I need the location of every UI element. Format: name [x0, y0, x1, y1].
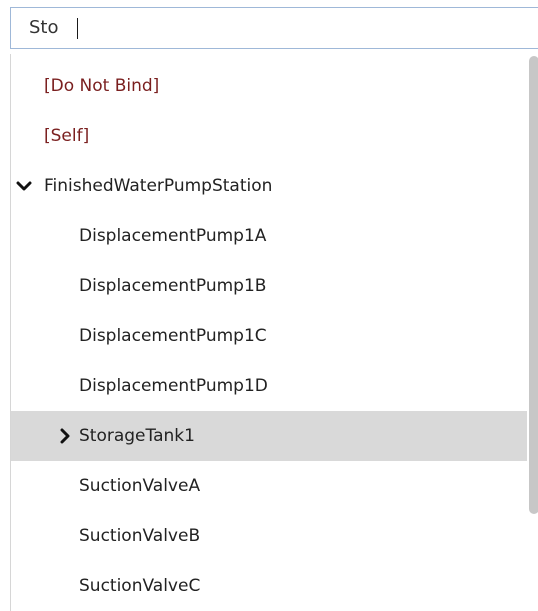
list-item-label: DisplacementPump1D — [79, 376, 268, 396]
tree-item-displacement-pump-1d[interactable]: DisplacementPump1D — [11, 361, 527, 411]
list-item-label: SuctionValveC — [79, 576, 201, 596]
list-item-label: [Self] — [44, 126, 90, 146]
list-item-label: DisplacementPump1C — [79, 326, 267, 346]
search-box[interactable] — [10, 7, 538, 49]
tree-item-suction-valve-b[interactable]: SuctionValveB — [11, 511, 527, 561]
scrollbar-thumb[interactable] — [529, 56, 538, 514]
list-item-label: DisplacementPump1B — [79, 276, 267, 296]
tree-item-suction-valve-a[interactable]: SuctionValveA — [11, 461, 527, 511]
tree-item-suction-valve-c[interactable]: SuctionValveC — [11, 561, 527, 611]
tree-item-displacement-pump-1a[interactable]: DisplacementPump1A — [11, 211, 527, 261]
chevron-right-icon[interactable] — [57, 428, 73, 444]
search-input[interactable] — [29, 8, 509, 48]
list-item-label: FinishedWaterPumpStation — [44, 176, 273, 196]
tree-item-displacement-pump-1b[interactable]: DisplacementPump1B — [11, 261, 527, 311]
list-item-label: SuctionValveB — [79, 526, 201, 546]
text-caret — [77, 18, 78, 39]
list-item-label: StorageTank1 — [79, 426, 195, 446]
tree-item-displacement-pump-1c[interactable]: DisplacementPump1C — [11, 311, 527, 361]
tree-node-finished-water-pump-station[interactable]: FinishedWaterPumpStation — [11, 161, 527, 211]
list-item-do-not-bind[interactable]: [Do Not Bind] — [11, 61, 527, 111]
list-item-self[interactable]: [Self] — [11, 111, 527, 161]
tree-node-storage-tank-1[interactable]: StorageTank1 — [11, 411, 527, 461]
dropdown-list[interactable]: [Do Not Bind] [Self] FinishedWaterPumpSt… — [10, 54, 538, 611]
list-item-label: SuctionValveA — [79, 476, 201, 496]
list-item-label: [Do Not Bind] — [44, 76, 160, 96]
list-item-label: DisplacementPump1A — [79, 226, 267, 246]
chevron-down-icon[interactable] — [16, 178, 32, 194]
